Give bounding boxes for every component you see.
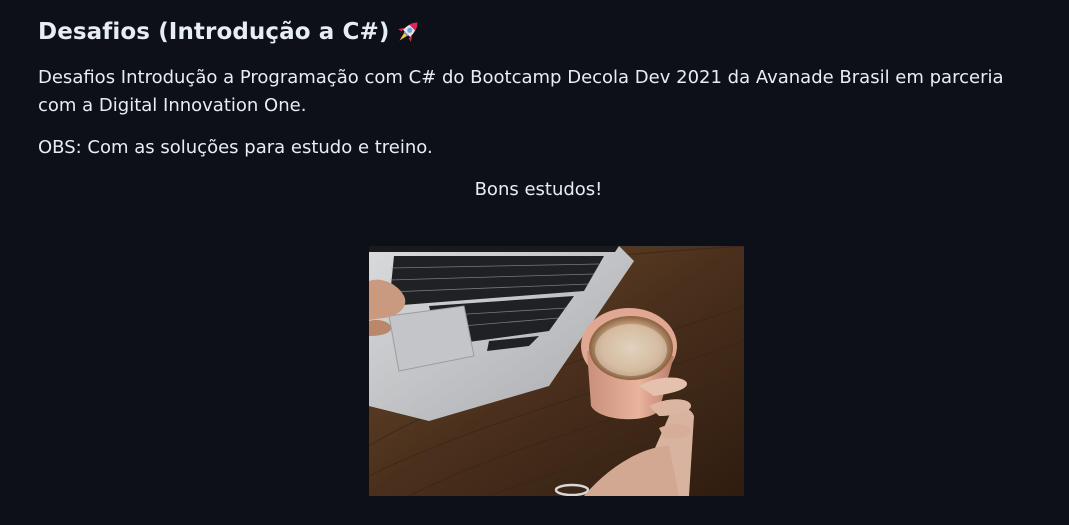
closing-text: Bons estudos!	[474, 179, 603, 200]
page-title: Desafios (Introdução a C#)	[38, 19, 390, 45]
description-paragraph: Desafios Introdução a Programação com C#…	[38, 67, 1004, 116]
title-row: Desafios (Introdução a C#)	[38, 14, 1037, 50]
laptop-coffee-image	[369, 246, 744, 496]
obs-paragraph: OBS: Com as soluções para estudo e trein…	[38, 137, 433, 158]
readme-content: Desafios (Introdução a C#) Desafios Intr…	[0, 0, 1069, 525]
rocket-icon	[393, 17, 423, 47]
